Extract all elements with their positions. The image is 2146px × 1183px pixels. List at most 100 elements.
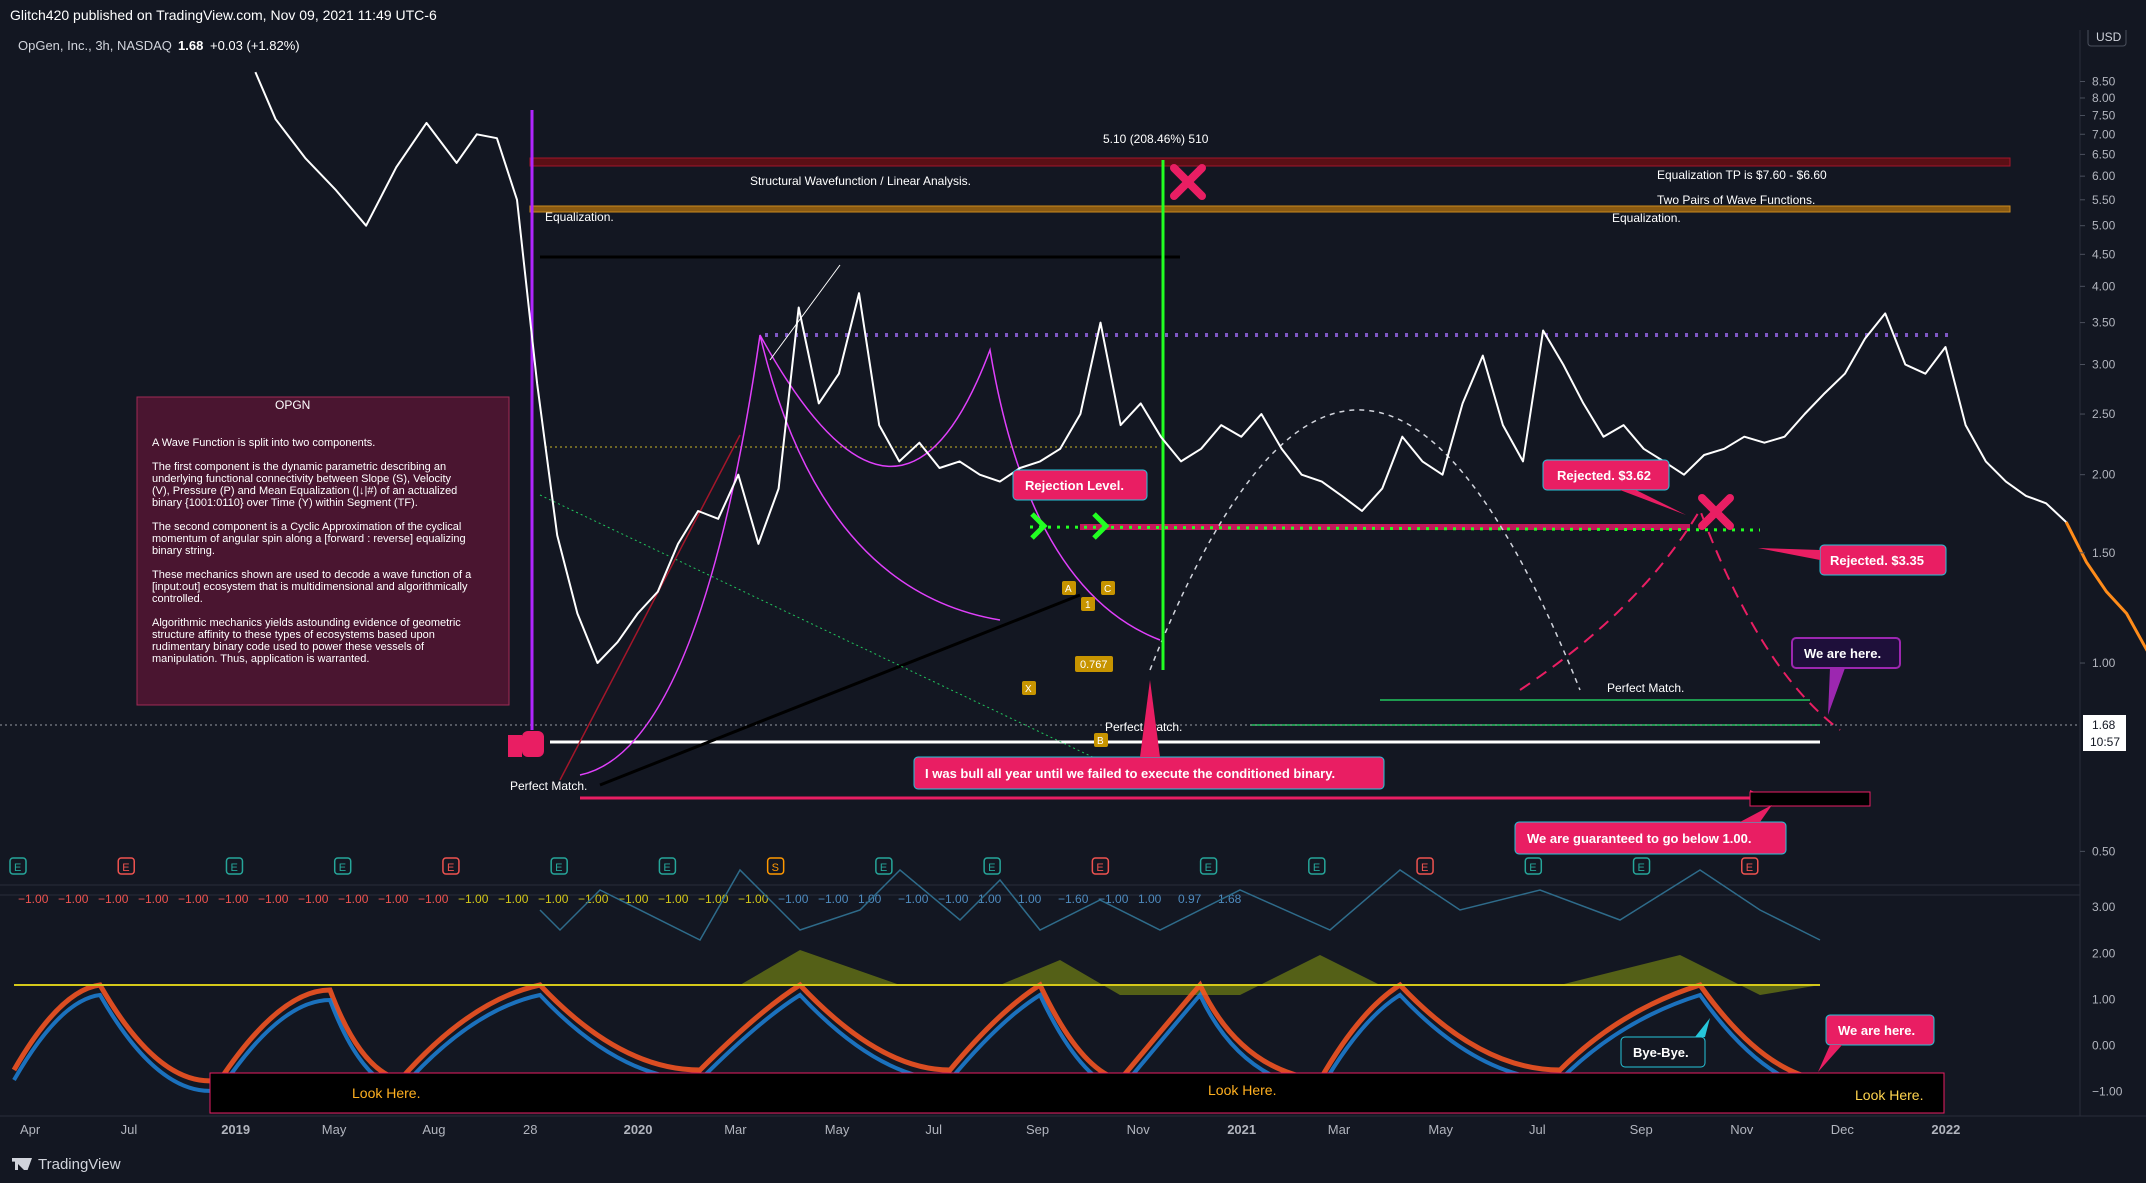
rainbow-wave bbox=[11, 980, 1821, 1084]
svg-text:Rejected. $3.62: Rejected. $3.62 bbox=[1557, 468, 1651, 483]
price-tick-label: 7.50 bbox=[2092, 109, 2116, 123]
time-tick-label: Aug bbox=[422, 1122, 445, 1137]
event-marker-icon[interactable]: E bbox=[442, 857, 460, 875]
event-marker-icon[interactable]: E bbox=[1741, 857, 1759, 875]
event-marker-icon[interactable]: E bbox=[9, 857, 27, 875]
event-marker-icon[interactable]: E bbox=[1199, 857, 1218, 875]
indicator-value: −1.00 bbox=[418, 892, 449, 906]
time-tick-label: Sep bbox=[1026, 1122, 1049, 1137]
time-tick-label: Nov bbox=[1127, 1122, 1151, 1137]
perfect-match-3: Perfect Match. bbox=[1607, 681, 1684, 695]
indicator-value: −1.00 bbox=[938, 892, 969, 906]
callout-bull-all-year: I was bull all year until we failed to e… bbox=[913, 680, 1385, 790]
indicator-tick-label: −1.00 bbox=[2092, 1085, 2123, 1099]
brand-label: TradingView bbox=[38, 1156, 121, 1173]
time-tick-label: Sep bbox=[1630, 1122, 1653, 1137]
svg-text:E: E bbox=[1638, 862, 1645, 874]
svg-text:E: E bbox=[230, 862, 237, 874]
currency-label: USD bbox=[2096, 30, 2122, 44]
svg-text:E: E bbox=[1529, 862, 1536, 874]
time-tick-label: Mar bbox=[1328, 1122, 1351, 1137]
look-here-box bbox=[209, 1072, 1945, 1114]
svg-text:E: E bbox=[1205, 862, 1212, 874]
indicator-value: −1.00 bbox=[178, 892, 209, 906]
event-marker-icon[interactable]: E bbox=[1632, 857, 1651, 875]
earnings-event-row[interactable]: EEEEEEESEEEEEEEEE bbox=[9, 857, 1759, 875]
indicator-value: −1.00 bbox=[538, 892, 569, 906]
structural-label: Structural Wavefunction / Linear Analysi… bbox=[750, 174, 971, 188]
publisher-header: Glitch420 published on TradingView.com, … bbox=[0, 0, 2146, 30]
svg-text:Rejected. $3.35: Rejected. $3.35 bbox=[1830, 553, 1924, 568]
callout-rejected-362: Rejected. $3.62 bbox=[1542, 459, 1686, 515]
event-marker-icon[interactable]: E bbox=[1308, 857, 1326, 875]
time-axis[interactable]: Apr Jul 2019 May Aug 28 2020 Mar May Jul Sep Nov 202… bbox=[20, 1122, 1960, 1137]
indicator-value: 1.00 bbox=[1138, 892, 1162, 906]
indicator-value: −1.00 bbox=[338, 892, 369, 906]
svg-text:E: E bbox=[1313, 862, 1320, 874]
time-tick-label: May bbox=[825, 1122, 850, 1137]
last-price-value: 1.68 bbox=[2092, 718, 2116, 732]
pattern-b-text: B bbox=[1097, 736, 1104, 747]
time-tick-label: 2019 bbox=[221, 1122, 250, 1137]
indicator-value: −1.00 bbox=[618, 892, 649, 906]
tradingview-brand[interactable]: TradingView bbox=[12, 1156, 121, 1173]
event-marker-icon[interactable]: E bbox=[1091, 857, 1110, 875]
indicator-value: −1.00 bbox=[378, 892, 409, 906]
indicator-tick-label: 1.00 bbox=[2092, 992, 2116, 1006]
indicator-value: −1.00 bbox=[658, 892, 689, 906]
svg-text:E: E bbox=[122, 862, 129, 874]
time-tick-label: Apr bbox=[20, 1122, 41, 1137]
event-marker-icon[interactable]: E bbox=[983, 857, 1001, 875]
event-marker-icon[interactable]: E bbox=[658, 857, 677, 875]
price-tick-label: 6.00 bbox=[2092, 169, 2116, 183]
price-tick-label: 5.00 bbox=[2092, 219, 2116, 233]
symbol-last: 1.68 bbox=[178, 38, 203, 53]
event-marker-icon[interactable]: E bbox=[1524, 857, 1543, 875]
symbol-change: +0.03 (+1.82%) bbox=[210, 38, 300, 53]
dashed-arc bbox=[1149, 409, 1581, 691]
event-marker-icon[interactable]: E bbox=[550, 857, 568, 875]
event-marker-icon[interactable]: S bbox=[766, 857, 785, 875]
time-tick-label: Mar bbox=[724, 1122, 747, 1137]
event-marker-icon[interactable]: E bbox=[117, 857, 135, 875]
price-tick-label: 0.50 bbox=[2092, 844, 2116, 858]
indicator-value: −1.60 bbox=[1058, 892, 1089, 906]
chart-canvas[interactable]: OpGen, Inc., 3h, NASDAQ 1.68 +0.03 (+1.8… bbox=[0, 30, 2146, 1150]
event-marker-icon[interactable]: E bbox=[225, 857, 244, 875]
svg-text:E: E bbox=[14, 862, 21, 874]
time-tick-label: 2020 bbox=[624, 1122, 653, 1137]
indicator-value: −1.00 bbox=[58, 892, 89, 906]
price-tick-label: 7.00 bbox=[2092, 127, 2116, 141]
callout-rejection-level: Rejection Level. bbox=[1012, 469, 1148, 501]
indicator-value: −1.00 bbox=[578, 892, 609, 906]
svg-text:E: E bbox=[1421, 862, 1428, 874]
upper-equalization-band bbox=[529, 157, 2011, 167]
svg-text:We are here.: We are here. bbox=[1838, 1023, 1915, 1038]
svg-text:Rejection Level.: Rejection Level. bbox=[1025, 478, 1124, 493]
event-marker-icon[interactable]: E bbox=[875, 857, 893, 875]
red-trend bbox=[559, 434, 741, 781]
callout-rejected-335: Rejected. $3.35 bbox=[1758, 544, 1947, 576]
price-tick-label: 8.00 bbox=[2092, 91, 2116, 105]
svg-text:S: S bbox=[772, 862, 779, 874]
indicator-value: −1.00 bbox=[18, 892, 49, 906]
indicator-axis[interactable]: 3.00 2.00 1.00 0.00 −1.00 bbox=[2092, 900, 2123, 1098]
event-marker-icon[interactable]: E bbox=[333, 857, 352, 875]
svg-text:E: E bbox=[1746, 862, 1753, 874]
indicator-value: −1.00 bbox=[498, 892, 529, 906]
svg-text:E: E bbox=[663, 862, 670, 874]
time-tick-label: May bbox=[1428, 1122, 1453, 1137]
dashed-pink-projection bbox=[1519, 507, 1841, 731]
chevron-right-icon bbox=[1030, 512, 1048, 540]
event-marker-icon[interactable]: E bbox=[1416, 857, 1434, 875]
indicator-value: −1.00 bbox=[458, 892, 489, 906]
indicator-value: −1.00 bbox=[258, 892, 289, 906]
time-tick-label: Dec bbox=[1831, 1122, 1855, 1137]
equalization-left-label: Equalization. bbox=[545, 210, 614, 224]
tradingview-logo-icon bbox=[12, 1158, 32, 1170]
indicator-value: −1.00 bbox=[138, 892, 169, 906]
indicator-value: −1.00 bbox=[298, 892, 329, 906]
indicator-value: 0.97 bbox=[1178, 892, 1202, 906]
svg-text:I was bull all year until we f: I was bull all year until we failed to e… bbox=[925, 766, 1335, 781]
indicator-value: −1.00 bbox=[898, 892, 929, 906]
